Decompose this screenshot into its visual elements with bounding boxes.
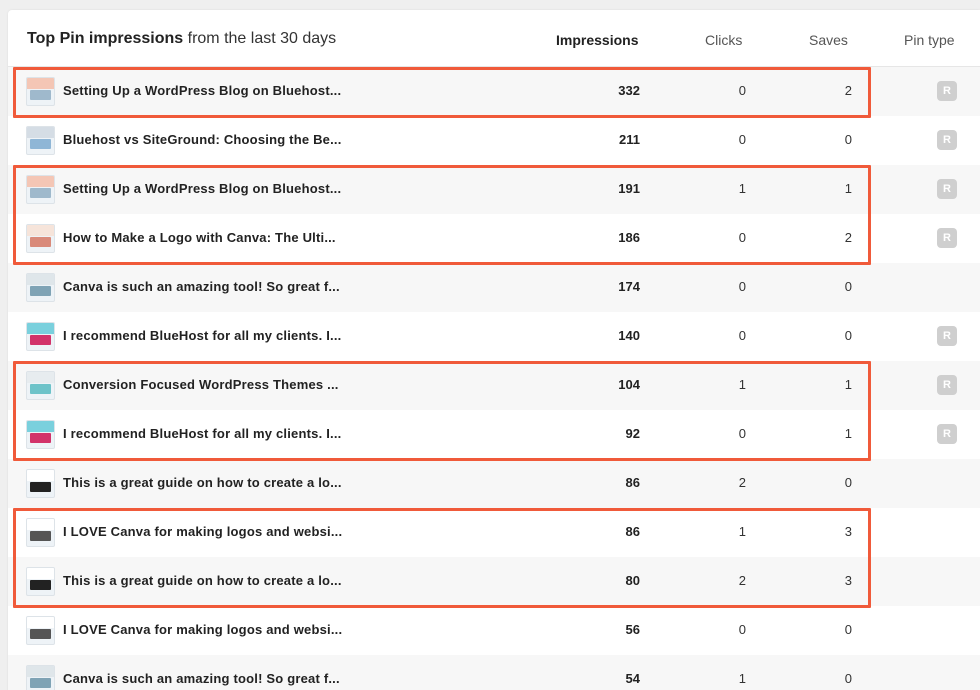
saves-value: 1 — [844, 377, 852, 392]
saves-value: 3 — [844, 573, 852, 588]
saves-value: 0 — [844, 622, 852, 637]
pin-type-badge: R — [937, 81, 957, 101]
pin-title[interactable]: I recommend BlueHost for all my clients.… — [63, 328, 341, 343]
table-row[interactable]: I LOVE Canva for making logos and websi.… — [8, 606, 980, 655]
table-row[interactable]: I recommend BlueHost for all my clients.… — [8, 312, 980, 361]
clicks-value: 2 — [738, 573, 746, 588]
clicks-value: 2 — [738, 475, 746, 490]
pin-title[interactable]: I LOVE Canva for making logos and websi.… — [63, 622, 342, 637]
pin-thumbnail[interactable] — [26, 371, 55, 400]
table-row[interactable]: Setting Up a WordPress Blog on Bluehost.… — [8, 67, 980, 116]
pin-type-badge: R — [937, 179, 957, 199]
saves-value: 3 — [844, 524, 852, 539]
top-pins-card: Top Pin impressions from the last 30 day… — [8, 10, 980, 690]
pin-table-body: Setting Up a WordPress Blog on Bluehost.… — [8, 67, 980, 690]
impressions-value: 332 — [618, 83, 640, 98]
pin-thumbnail[interactable] — [26, 420, 55, 449]
table-row[interactable]: Canva is such an amazing tool! So great … — [8, 655, 980, 690]
pin-title[interactable]: I LOVE Canva for making logos and websi.… — [63, 524, 342, 539]
column-header-clicks[interactable]: Clicks — [705, 32, 742, 48]
pin-title[interactable]: How to Make a Logo with Canva: The Ulti.… — [63, 230, 336, 245]
pin-thumbnail[interactable] — [26, 518, 55, 547]
impressions-value: 80 — [625, 573, 640, 588]
saves-value: 0 — [844, 475, 852, 490]
pin-thumbnail[interactable] — [26, 126, 55, 155]
saves-value: 0 — [844, 279, 852, 294]
pin-thumbnail[interactable] — [26, 224, 55, 253]
pin-thumbnail[interactable] — [26, 77, 55, 106]
saves-value: 2 — [844, 230, 852, 245]
pin-thumbnail[interactable] — [26, 567, 55, 596]
column-header-saves[interactable]: Saves — [809, 32, 848, 48]
table-row[interactable]: How to Make a Logo with Canva: The Ulti.… — [8, 214, 980, 263]
table-row[interactable]: I LOVE Canva for making logos and websi.… — [8, 508, 980, 557]
pin-type-badge: R — [937, 228, 957, 248]
pin-type-badge: R — [937, 424, 957, 444]
pin-title[interactable]: Bluehost vs SiteGround: Choosing the Be.… — [63, 132, 342, 147]
pin-type-badge: R — [937, 326, 957, 346]
pin-thumbnail[interactable] — [26, 665, 55, 690]
impressions-value: 86 — [625, 524, 640, 539]
impressions-value: 92 — [625, 426, 640, 441]
pin-title[interactable]: This is a great guide on how to create a… — [63, 573, 342, 588]
pin-title[interactable]: Setting Up a WordPress Blog on Bluehost.… — [63, 83, 341, 98]
column-header-pin-type[interactable]: Pin type — [904, 32, 955, 48]
pin-thumbnail[interactable] — [26, 175, 55, 204]
table-row[interactable]: Conversion Focused WordPress Themes ... 1… — [8, 361, 980, 410]
pin-title[interactable]: I recommend BlueHost for all my clients.… — [63, 426, 341, 441]
saves-value: 0 — [844, 671, 852, 686]
impressions-value: 54 — [625, 671, 640, 686]
impressions-value: 191 — [618, 181, 640, 196]
clicks-value: 0 — [738, 622, 746, 637]
pin-title[interactable]: Canva is such an amazing tool! So great … — [63, 279, 340, 294]
saves-value: 1 — [844, 426, 852, 441]
saves-value: 0 — [844, 132, 852, 147]
table-header: Top Pin impressions from the last 30 day… — [8, 10, 980, 67]
table-row[interactable]: Bluehost vs SiteGround: Choosing the Be.… — [8, 116, 980, 165]
clicks-value: 0 — [738, 132, 746, 147]
pin-thumbnail[interactable] — [26, 273, 55, 302]
pin-title[interactable]: Setting Up a WordPress Blog on Bluehost.… — [63, 181, 341, 196]
clicks-value: 1 — [738, 671, 746, 686]
saves-value: 0 — [844, 328, 852, 343]
saves-value: 1 — [844, 181, 852, 196]
pin-title[interactable]: Conversion Focused WordPress Themes ... — [63, 377, 339, 392]
pin-title[interactable]: This is a great guide on how to create a… — [63, 475, 342, 490]
card-title-rest: from the last 30 days — [187, 30, 337, 47]
pin-thumbnail[interactable] — [26, 469, 55, 498]
clicks-value: 0 — [738, 83, 746, 98]
clicks-value: 0 — [738, 426, 746, 441]
clicks-value: 0 — [738, 279, 746, 294]
clicks-value: 0 — [738, 230, 746, 245]
table-row[interactable]: I recommend BlueHost for all my clients.… — [8, 410, 980, 459]
table-row[interactable]: This is a great guide on how to create a… — [8, 557, 980, 606]
impressions-value: 86 — [625, 475, 640, 490]
clicks-value: 1 — [738, 524, 746, 539]
pin-type-badge: R — [937, 130, 957, 150]
impressions-value: 56 — [625, 622, 640, 637]
impressions-value: 211 — [619, 132, 640, 147]
clicks-value: 1 — [738, 377, 746, 392]
impressions-value: 174 — [618, 279, 640, 294]
clicks-value: 1 — [738, 181, 746, 196]
pin-type-badge: R — [937, 375, 957, 395]
pin-thumbnail[interactable] — [26, 322, 55, 351]
card-title-bold: Top Pin impressions — [27, 30, 184, 47]
clicks-value: 0 — [738, 328, 746, 343]
impressions-value: 186 — [618, 230, 640, 245]
impressions-value: 104 — [618, 377, 640, 392]
card-title: Top Pin impressions from the last 30 day… — [27, 30, 336, 48]
table-row[interactable]: Setting Up a WordPress Blog on Bluehost.… — [8, 165, 980, 214]
pin-title[interactable]: Canva is such an amazing tool! So great … — [63, 671, 340, 686]
pin-thumbnail[interactable] — [26, 616, 55, 645]
table-row[interactable]: Canva is such an amazing tool! So great … — [8, 263, 980, 312]
table-row[interactable]: This is a great guide on how to create a… — [8, 459, 980, 508]
column-header-impressions[interactable]: Impressions — [556, 32, 638, 48]
impressions-value: 140 — [618, 328, 640, 343]
saves-value: 2 — [844, 83, 852, 98]
